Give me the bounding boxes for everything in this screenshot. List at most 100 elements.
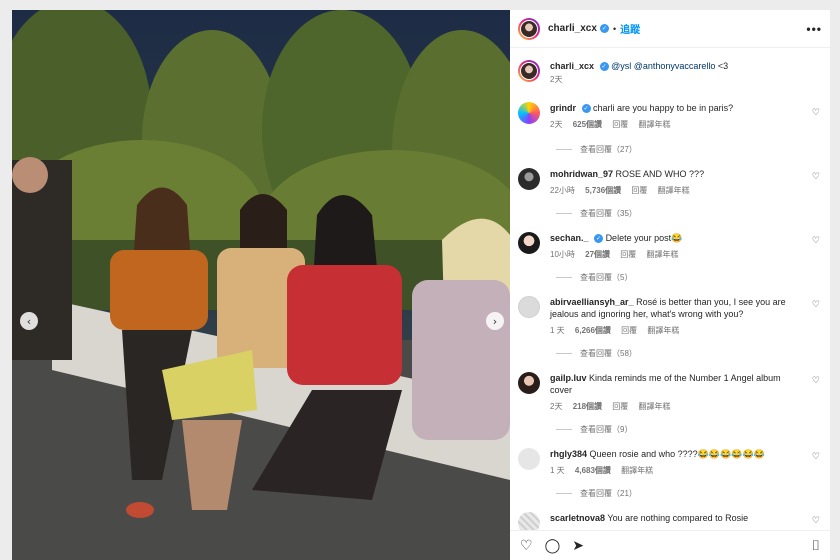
caption-username[interactable]: charli_xcx [550, 61, 594, 71]
commenter-avatar[interactable] [518, 102, 540, 124]
caption-time: 2天 [550, 75, 563, 84]
comment-time: 1 天 [550, 326, 565, 335]
comment-like-heart-icon[interactable]: ♡ [812, 300, 820, 310]
previous-photo-button[interactable]: ‹ [20, 312, 38, 330]
comment-like-heart-icon[interactable]: ♡ [812, 516, 820, 526]
commenter-avatar[interactable] [518, 372, 540, 394]
like-icon[interactable]: ♡ [520, 538, 533, 554]
comment-item: gailp.luv Kinda reminds me of the Number… [518, 372, 823, 413]
follow-button[interactable]: 追蹤 [620, 21, 640, 36]
share-icon[interactable]: ➤ [572, 538, 584, 554]
commenter-avatar[interactable] [518, 296, 540, 318]
comment-time: 22小時 [550, 186, 575, 195]
comment-meta: 2天 218個讚 回覆 翻譯年糕 [550, 401, 805, 413]
comment-translate-button[interactable]: 翻譯年糕 [647, 326, 679, 335]
comment-likes[interactable]: 27個讚 [585, 250, 610, 259]
comment-meta: 1 天 6,266個讚 回覆 翻譯年糕 [550, 325, 805, 337]
comment-like-heart-icon[interactable]: ♡ [812, 236, 820, 246]
view-replies-button[interactable]: 查看回覆（58） [556, 348, 637, 359]
comment-reply-button[interactable]: 回覆 [631, 186, 647, 195]
comment-body: mohridwan_97 ROSE AND WHO ??? 22小時 5,736… [550, 168, 805, 197]
verified-badge-icon: ✓ [594, 234, 604, 243]
verified-badge-icon: ✓ [581, 104, 591, 113]
comment-meta: 10小時 27個讚 回覆 翻譯年糕 [550, 249, 805, 261]
comment-time: 2天 [550, 402, 563, 411]
comment-text: ROSE AND WHO ??? [615, 169, 705, 179]
comment-body: gailp.luv Kinda reminds me of the Number… [550, 372, 805, 413]
post-side-panel: charli_xcx ✓ • 追蹤 ••• charli_xcx ✓ @ysl … [510, 10, 830, 560]
commenter-avatar[interactable] [518, 168, 540, 190]
comment-item: mohridwan_97 ROSE AND WHO ??? 22小時 5,736… [518, 168, 823, 197]
author-username[interactable]: charli_xcx [548, 23, 597, 34]
comment-likes[interactable]: 5,736個讚 [585, 186, 621, 195]
comment-username[interactable]: abirvaelliansyh_ar_ [550, 297, 634, 307]
comment-reply-button[interactable]: 回覆 [621, 326, 637, 335]
comment-time: 2天 [550, 120, 563, 129]
commenter-avatar[interactable] [518, 232, 540, 254]
comment-like-heart-icon[interactable]: ♡ [812, 452, 820, 462]
comment-time: 10小時 [550, 250, 575, 259]
comment-likes[interactable]: 4,683個讚 [575, 466, 611, 475]
caption: charli_xcx ✓ @ysl @anthonyvaccarello <3 … [518, 60, 823, 86]
comment-body: sechan._ ✓ Delete your post😂 10小時 27個讚 回… [550, 232, 805, 261]
comment-username[interactable]: gailp.luv [550, 373, 587, 383]
comment-text: Delete your post😂 [605, 233, 683, 243]
comment-translate-button[interactable]: 翻譯年糕 [639, 402, 671, 411]
comment-username[interactable]: grindr [550, 103, 576, 113]
post-header: charli_xcx ✓ • 追蹤 ••• [510, 10, 830, 48]
view-replies-button[interactable]: 查看回覆（27） [556, 144, 637, 155]
author-avatar-ring[interactable] [518, 17, 540, 40]
comment-likes[interactable]: 6,266個讚 [575, 326, 611, 335]
author-avatar[interactable] [520, 19, 538, 38]
comment-username[interactable]: sechan._ [550, 233, 589, 243]
save-bookmark-icon[interactable]: ⌷ [812, 538, 820, 554]
comment-like-heart-icon[interactable]: ♡ [812, 172, 820, 182]
more-options-button[interactable]: ••• [806, 22, 822, 36]
comment-like-heart-icon[interactable]: ♡ [812, 108, 820, 118]
comment-reply-button[interactable]: 回覆 [612, 120, 628, 129]
comment-body: abirvaelliansyh_ar_ Rosé is better than … [550, 296, 805, 337]
comment-item: grindr ✓ charli are you happy to be in p… [518, 102, 823, 131]
caption-avatar-ring[interactable] [518, 60, 540, 82]
comment-translate-button[interactable]: 翻譯年糕 [621, 466, 653, 475]
comment-body: grindr ✓ charli are you happy to be in p… [550, 102, 805, 131]
verified-badge-icon: ✓ [599, 24, 609, 33]
comment-item: sechan._ ✓ Delete your post😂 10小時 27個讚 回… [518, 232, 823, 261]
comment-time: 1 天 [550, 466, 565, 475]
comment-text: You are nothing compared to Rosie [607, 513, 749, 523]
caption-body: charli_xcx ✓ @ysl @anthonyvaccarello <3 … [550, 60, 805, 86]
comment-item: abirvaelliansyh_ar_ Rosé is better than … [518, 296, 823, 337]
caption-mentions[interactable]: @ysl @anthonyvaccarello [611, 61, 715, 71]
next-photo-button[interactable]: › [486, 312, 504, 330]
verified-badge-icon: ✓ [599, 62, 609, 71]
view-replies-button[interactable]: 查看回覆（5） [556, 272, 632, 283]
comment-likes[interactable]: 218個讚 [573, 402, 602, 411]
comment-text: charli are you happy to be in paris? [593, 103, 734, 113]
view-replies-button[interactable]: 查看回覆（21） [556, 488, 637, 499]
post-photo-art [12, 10, 510, 560]
comment-translate-button[interactable]: 翻譯年糕 [639, 120, 671, 129]
commenter-avatar[interactable] [518, 448, 540, 470]
view-replies-button[interactable]: 查看回覆（35） [556, 208, 637, 219]
comment-meta: 2天 625個讚 回覆 翻譯年糕 [550, 119, 805, 131]
comment-item: rhgly384 Queen rosie and who ????😂😂😂😂😂😂 … [518, 448, 823, 477]
post-photo: ‹ › [12, 10, 510, 560]
comment-icon[interactable]: ◯ [545, 538, 561, 554]
caption-avatar[interactable] [520, 62, 538, 80]
comment-translate-button[interactable]: 翻譯年糕 [658, 186, 690, 195]
comment-username[interactable]: scarletnova8 [550, 513, 605, 523]
comment-like-heart-icon[interactable]: ♡ [812, 376, 820, 386]
comment-meta: 1 天 4,683個讚 翻譯年糕 [550, 465, 805, 477]
comment-text: Queen rosie and who ????😂😂😂😂😂😂 [589, 449, 765, 459]
comment-likes[interactable]: 625個讚 [573, 120, 602, 129]
comment-reply-button[interactable]: 回覆 [620, 250, 636, 259]
comment-meta: 22小時 5,736個讚 回覆 翻譯年糕 [550, 185, 805, 197]
comment-body: rhgly384 Queen rosie and who ????😂😂😂😂😂😂 … [550, 448, 805, 477]
comment-reply-button[interactable]: 回覆 [612, 402, 628, 411]
comment-username[interactable]: mohridwan_97 [550, 169, 613, 179]
post-action-bar: ♡ ◯ ➤ ⌷ [510, 530, 830, 560]
comment-username[interactable]: rhgly384 [550, 449, 587, 459]
comment-translate-button[interactable]: 翻譯年糕 [647, 250, 679, 259]
caption-text: <3 [715, 61, 729, 71]
view-replies-button[interactable]: 查看回覆（9） [556, 424, 632, 435]
